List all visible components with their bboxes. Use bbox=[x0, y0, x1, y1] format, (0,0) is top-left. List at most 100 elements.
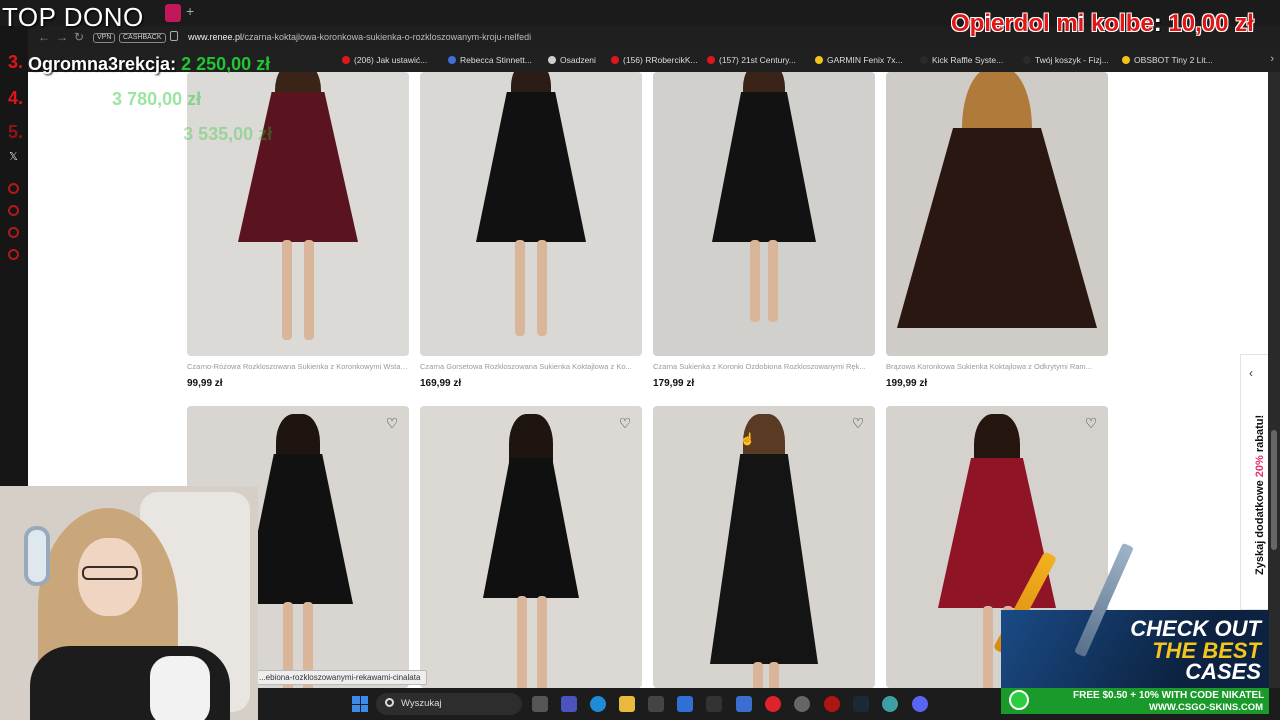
leg bbox=[753, 662, 763, 688]
bookmark-item[interactable]: Osadzeni bbox=[548, 55, 596, 65]
sidebar-app-icon[interactable] bbox=[8, 227, 19, 238]
sidebar-app-icon[interactable] bbox=[8, 183, 19, 194]
product-price: 179,99 zł bbox=[653, 378, 695, 389]
donor-rank: 3. bbox=[8, 52, 24, 72]
product-name[interactable]: Czarno-Różowa Rozkloszowana Sukienka z K… bbox=[187, 362, 409, 371]
donor-amount: 3 535,00 zł bbox=[183, 124, 273, 144]
ad-headline-3: CASES bbox=[1185, 659, 1261, 684]
teams-icon[interactable] bbox=[561, 696, 577, 712]
app-icon[interactable] bbox=[677, 696, 693, 712]
wishlist-heart-icon[interactable]: ♡ bbox=[618, 416, 632, 430]
opera-gx-icon[interactable] bbox=[824, 696, 840, 712]
windows-start-icon[interactable] bbox=[352, 696, 368, 712]
product-name[interactable]: Czarna Sukienka z Koronki Ozdobiona Rozk… bbox=[653, 362, 875, 371]
sidebar-app-icon[interactable] bbox=[8, 205, 19, 216]
new-tab-plus-icon[interactable]: + bbox=[186, 3, 194, 19]
bookmark-item[interactable]: (157) 21st Century... bbox=[707, 55, 796, 65]
chevron-left-icon[interactable]: ‹ bbox=[1249, 366, 1253, 380]
dress bbox=[483, 458, 579, 598]
taskbar-search-label: Wyszukaj bbox=[401, 698, 442, 709]
model-figure bbox=[897, 72, 1097, 356]
dress bbox=[238, 92, 358, 242]
dress bbox=[897, 128, 1097, 328]
leg bbox=[517, 596, 527, 688]
donor-name: OgromnaErekcja: bbox=[28, 124, 179, 144]
donor-entry: Ogromna3rekcja: 2 250,00 zł bbox=[28, 54, 270, 75]
favicon-icon bbox=[1122, 56, 1130, 64]
app-icon[interactable] bbox=[736, 696, 752, 712]
store-icon[interactable] bbox=[648, 696, 664, 712]
donation-goal: Opierdol mi kolbe: 10,00 zł bbox=[951, 10, 1254, 38]
product-name[interactable]: Brązowa Koronkowa Sukienka Koktajlowa z … bbox=[886, 362, 1108, 371]
ad-site: WWW.CSGO-SKINS.COM bbox=[1149, 702, 1263, 713]
promo-prefix: Zyskaj dodatkowe bbox=[1254, 477, 1266, 575]
model-figure bbox=[481, 414, 581, 688]
goal-separator: : bbox=[1153, 10, 1162, 37]
favicon-icon bbox=[448, 56, 456, 64]
search-icon bbox=[385, 698, 394, 707]
discord-icon[interactable] bbox=[912, 696, 928, 712]
promo-percent: 20% bbox=[1254, 455, 1266, 478]
wishlist-heart-icon[interactable]: ♡ bbox=[385, 416, 399, 430]
lock-icon[interactable] bbox=[170, 31, 178, 41]
bookmark-item[interactable]: Rebecca Stinnett... bbox=[448, 55, 532, 65]
scrollbar-thumb[interactable] bbox=[1271, 430, 1277, 550]
product-price: 169,99 zł bbox=[420, 378, 462, 389]
leg bbox=[983, 606, 993, 688]
task-view-icon[interactable] bbox=[532, 696, 548, 712]
edge-icon[interactable] bbox=[590, 696, 606, 712]
wishlist-heart-icon[interactable]: ♡ bbox=[1084, 416, 1098, 430]
bookmark-label: Rebecca Stinnett... bbox=[460, 55, 532, 65]
bookmark-item[interactable]: (156) RRobercikK... bbox=[611, 55, 698, 65]
link-status-bar: ...ebiona-rozkloszowanymi-rekawami-cinal… bbox=[252, 670, 428, 685]
file-explorer-icon[interactable] bbox=[619, 696, 635, 712]
bookmark-label: (156) RRobercikK... bbox=[623, 55, 698, 65]
ad-logo-icon bbox=[1009, 690, 1029, 710]
taskbar-search[interactable] bbox=[376, 693, 522, 715]
donor-amount: 2 250,00 zł bbox=[181, 54, 271, 74]
bookmark-label: Kick Raffle Syste... bbox=[932, 55, 1004, 65]
product-name[interactable]: Czarna Gorsetowa Rozkloszowana Sukienka … bbox=[420, 362, 642, 371]
vpn-badge[interactable]: VPN bbox=[93, 33, 116, 43]
opera-icon[interactable] bbox=[765, 696, 781, 712]
app-icon[interactable] bbox=[706, 696, 722, 712]
model-figure bbox=[471, 72, 591, 352]
product-image[interactable]: ♡ bbox=[653, 406, 875, 688]
discount-side-text[interactable]: Zyskaj dodatkowe 20% rabatu! bbox=[1254, 415, 1266, 575]
hand-cursor-icon: ☝ bbox=[740, 432, 755, 446]
active-tab[interactable] bbox=[165, 4, 181, 22]
leg bbox=[769, 662, 779, 688]
bookmark-item[interactable]: Kick Raffle Syste... bbox=[920, 55, 1003, 65]
glasses bbox=[82, 566, 138, 580]
app-icon[interactable] bbox=[882, 696, 898, 712]
product-image[interactable] bbox=[886, 72, 1108, 356]
product-image[interactable] bbox=[187, 72, 409, 356]
top-donors-heading: TOP DONO bbox=[2, 2, 144, 32]
sponsor-ad: CHECK OUT THE BEST CASES FREE $0.50 + 10… bbox=[1001, 610, 1269, 714]
url-field[interactable]: www.renee.pl/czarna-koktajlowa-koronkowa… bbox=[188, 32, 531, 42]
bookmark-item[interactable]: OBSBOT Tiny 2 Lit... bbox=[1122, 55, 1213, 65]
model-figure bbox=[243, 414, 353, 688]
sidebar-app-icon[interactable] bbox=[8, 249, 19, 260]
product-image[interactable] bbox=[653, 72, 875, 356]
bookmark-item[interactable]: (206) Jak ustawić... bbox=[342, 55, 427, 65]
steam-icon[interactable] bbox=[853, 696, 869, 712]
favicon-icon bbox=[548, 56, 556, 64]
donor-name: Ogromna3rekcja: bbox=[28, 54, 177, 74]
wishlist-heart-icon[interactable]: ♡ bbox=[851, 416, 865, 430]
bookmark-item[interactable]: GARMIN Fenix 7x... bbox=[815, 55, 903, 65]
webcam-overlay bbox=[0, 486, 258, 720]
goal-amount: 10,00 zł bbox=[1168, 10, 1254, 37]
scrollbar[interactable] bbox=[1268, 72, 1280, 688]
leg bbox=[537, 240, 547, 336]
settings-gear-icon[interactable] bbox=[794, 696, 810, 712]
leg bbox=[750, 240, 760, 322]
product-image[interactable] bbox=[420, 72, 642, 356]
bookmarks-more-icon[interactable]: › bbox=[1270, 53, 1274, 65]
model-figure bbox=[709, 414, 819, 688]
x-icon[interactable]: 𝕏 bbox=[9, 150, 18, 163]
cashback-badge[interactable]: CASHBACK bbox=[119, 33, 166, 43]
goal-text: Opierdol mi kolbe bbox=[951, 10, 1154, 37]
product-image[interactable]: ♡ bbox=[420, 406, 642, 688]
bookmark-item[interactable]: Twój koszyk - Fizj... bbox=[1023, 55, 1109, 65]
